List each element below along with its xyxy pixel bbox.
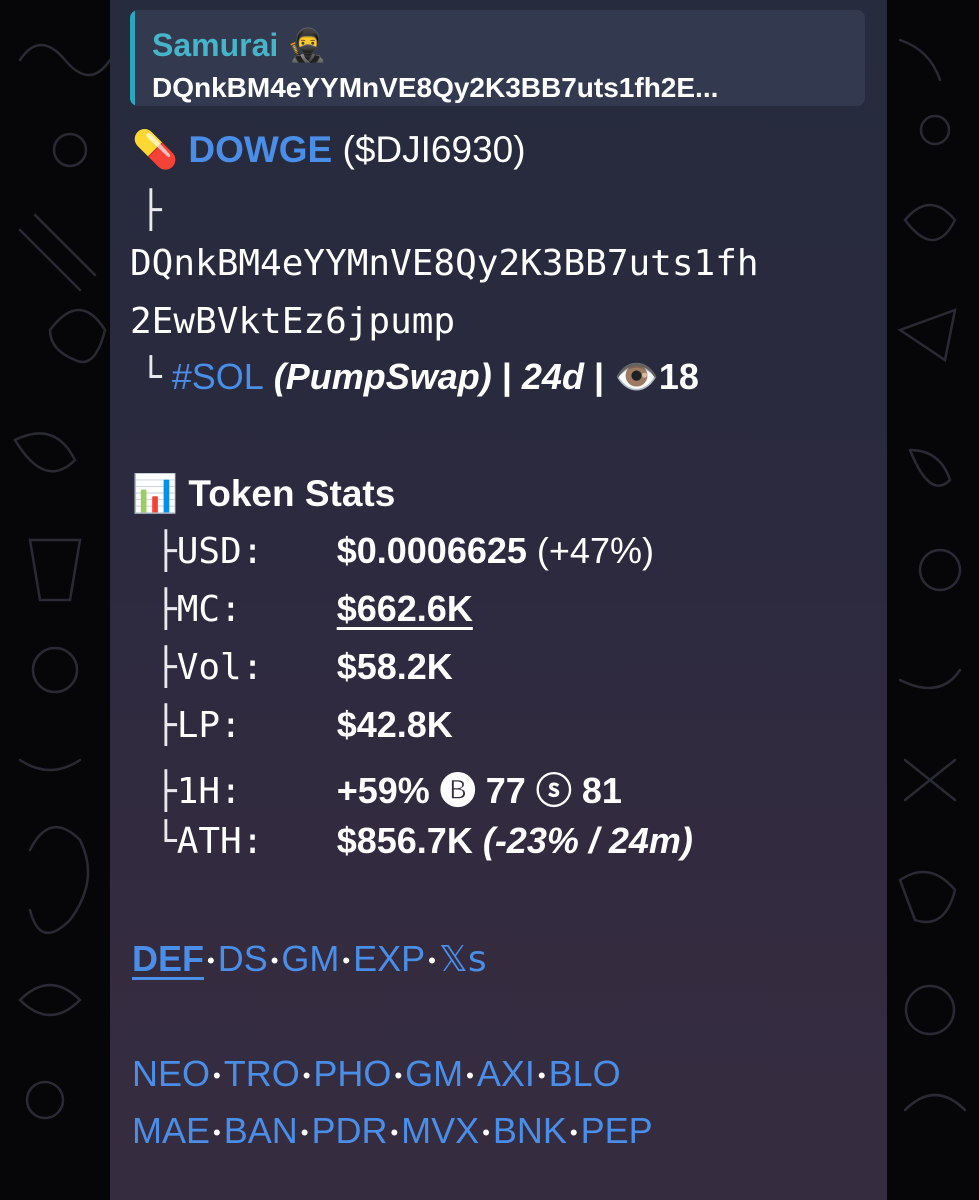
reply-preview-text: DQnkBM4eYYMnVE8Qy2K3BB7uts1fh2E...: [152, 72, 719, 103]
tree-end-branch: └: [140, 357, 162, 398]
link-def[interactable]: DEF: [132, 938, 204, 979]
stat-change: (-23% / 24m): [482, 820, 693, 861]
stat-row-lp: ├LP: $42.8K: [155, 704, 453, 746]
stat-row-usd: ├USD: $0.0006625 (+47%): [155, 530, 654, 572]
stat-value: $58.2K: [336, 646, 453, 687]
trading-bot-links-row1: NEO •TRO •PHO •GM •AXI •BLO: [132, 1053, 621, 1094]
stat-label: USD:: [176, 531, 264, 572]
primary-links: DEF •DS •GM •EXP •𝕏s: [132, 938, 487, 980]
contract-address-line2[interactable]: 2EwBVktEz6jpump: [130, 301, 455, 342]
stat-row-1h: ├1H: +59% 🅑 77 ⓢ 81: [155, 770, 622, 812]
link-pho[interactable]: PHO: [313, 1053, 391, 1094]
stat-row-ath: └ATH: $856.7K (-23% / 24m): [155, 820, 693, 862]
stat-value: $856.7K: [336, 820, 473, 861]
chain-hashtag-link[interactable]: #SOL: [172, 356, 264, 397]
link-bnk[interactable]: BNK: [493, 1110, 567, 1151]
pill-emoji-icon: 💊: [132, 128, 179, 171]
eye-emoji-icon: 👁️: [614, 357, 659, 398]
meta-separator: |: [593, 356, 605, 397]
token-age: 24d: [521, 356, 584, 397]
link-gm-bot[interactable]: GM: [405, 1053, 463, 1094]
stat-row-vol: ├Vol: $58.2K: [155, 646, 453, 688]
link-mvx[interactable]: MVX: [401, 1110, 479, 1151]
stat-value: +59% 🅑 77 ⓢ 81: [336, 770, 622, 811]
dex-name: (PumpSwap): [273, 356, 492, 397]
bar-chart-emoji-icon: 📊: [132, 472, 179, 515]
trading-bot-links-row2: MAE •BAN •PDR •MVX •BNK •PEP: [132, 1110, 653, 1151]
reply-author: Samurai 🥷: [152, 26, 328, 64]
token-title: 💊 DOWGE ($DJI6930): [132, 128, 526, 172]
contract-address-line1[interactable]: DQnkBM4eYYMnVE8Qy2K3BB7uts1fh: [130, 243, 759, 284]
link-pdr[interactable]: PDR: [311, 1110, 387, 1151]
message-bubble[interactable]: Samurai 🥷 DQnkBM4eYYMnVE8Qy2K3BB7uts1fh2…: [110, 0, 887, 1200]
stat-label: LP:: [176, 705, 242, 746]
stat-value: $0.0006625: [336, 530, 527, 571]
link-axi[interactable]: AXI: [477, 1053, 535, 1094]
link-blo[interactable]: BLO: [549, 1053, 621, 1094]
token-name-link[interactable]: DOWGE: [188, 129, 332, 170]
stat-change: (+47%): [536, 530, 654, 571]
tree-branch: ├: [140, 190, 162, 231]
views-count: 18: [658, 356, 699, 397]
link-tro[interactable]: TRO: [224, 1053, 300, 1094]
token-stats-heading: 📊 Token Stats: [132, 472, 396, 515]
stat-value: $42.8K: [336, 704, 453, 745]
link-gm[interactable]: GM: [281, 938, 339, 979]
link-neo[interactable]: NEO: [132, 1053, 210, 1094]
market-cap-link[interactable]: $662.6K: [337, 588, 473, 629]
token-meta-line: └ #SOL (PumpSwap) | 24d | 👁️18: [140, 356, 699, 398]
link-ds[interactable]: DS: [218, 938, 268, 979]
reply-accent-bar: [130, 10, 135, 106]
stat-row-mc: ├MC: $662.6K: [155, 588, 473, 630]
meta-separator: |: [501, 356, 512, 397]
link-ban[interactable]: BAN: [224, 1110, 298, 1151]
link-x-search[interactable]: 𝕏s: [439, 939, 487, 980]
link-mae[interactable]: MAE: [132, 1110, 210, 1151]
ninja-emoji-icon: 🥷: [287, 26, 328, 64]
stat-label: ATH:: [176, 821, 264, 862]
reply-quote[interactable]: Samurai 🥷 DQnkBM4eYYMnVE8Qy2K3BB7uts1fh2…: [130, 10, 865, 106]
link-pep[interactable]: PEP: [581, 1110, 653, 1151]
stat-label: Vol:: [176, 647, 264, 688]
token-symbol: ($DJI6930): [342, 129, 526, 170]
stat-label: MC:: [176, 589, 242, 630]
stat-label: 1H:: [176, 771, 242, 812]
link-exp[interactable]: EXP: [353, 938, 425, 979]
